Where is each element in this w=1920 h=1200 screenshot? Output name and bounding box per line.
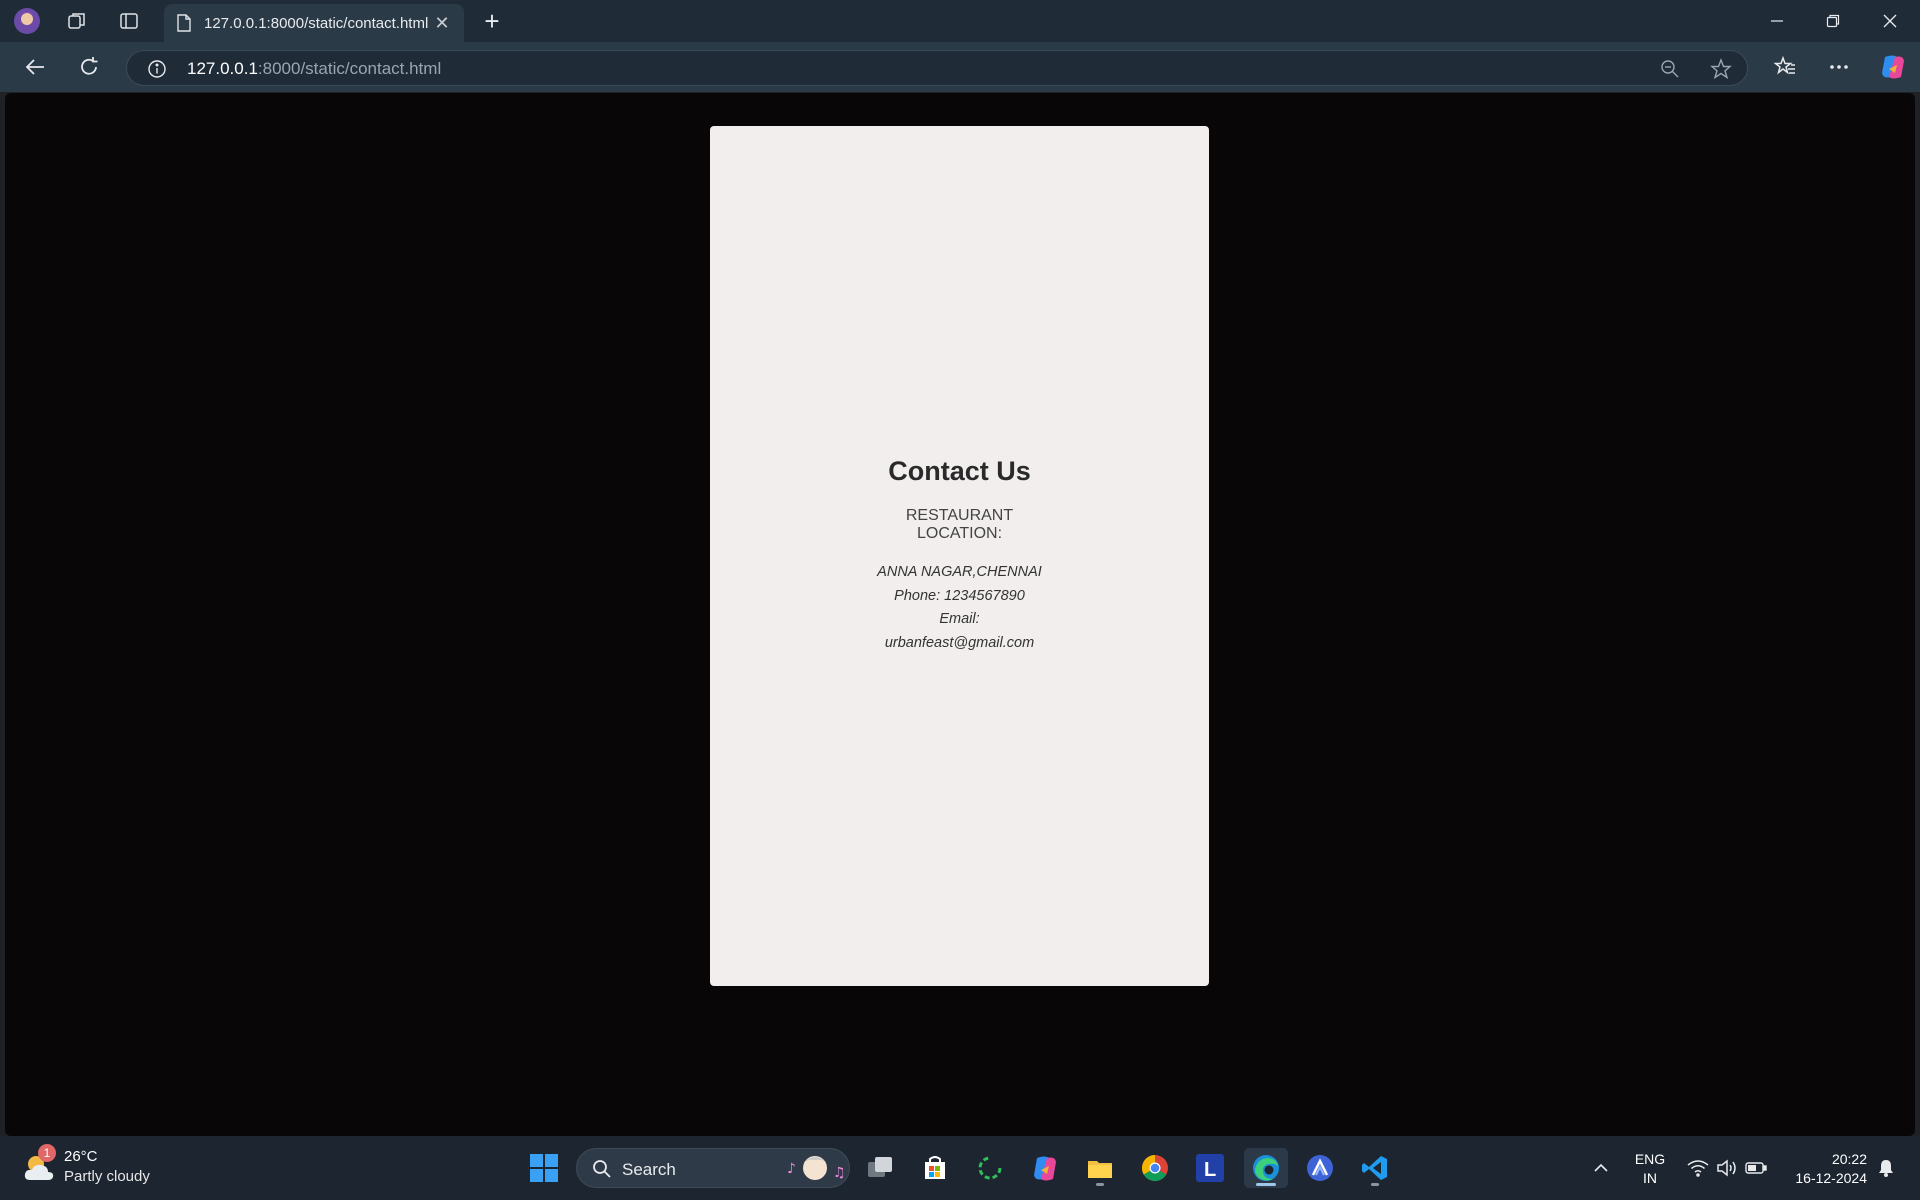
language-line1: ENG [1634,1151,1666,1167]
address-bar[interactable]: 127.0.0.1:8000/static/contact.html [126,50,1748,86]
taskbar-search-box[interactable]: Search ♪ ♫ [576,1148,850,1188]
weather-widget[interactable]: 1 26°C Partly cloudy [22,1144,172,1190]
weather-condition: Partly cloudy [64,1168,150,1185]
notification-bell-icon[interactable] [1872,1148,1900,1188]
reload-icon[interactable] [73,51,105,83]
star-favorite-icon[interactable] [1707,55,1735,83]
refresh-app-icon[interactable] [970,1148,1010,1188]
url-text[interactable]: 127.0.0.1:8000/static/contact.html [187,59,441,79]
clock[interactable]: 20:22 16-12-2024 [1780,1150,1875,1188]
svg-text:♪: ♪ [787,1161,796,1177]
browser-titlebar: 127.0.0.1:8000/static/contact.html ✕ + [0,0,1920,42]
show-hidden-icons-chevron-icon[interactable] [1582,1148,1620,1188]
copilot-taskbar-icon[interactable] [1025,1148,1065,1188]
email-text: urbanfeast@gmail.com [884,634,1035,651]
more-options-icon[interactable] [1823,51,1855,83]
page-title: Contact Us [888,456,1031,486]
edge-browser-icon[interactable] [1244,1148,1288,1188]
running-indicator [1371,1183,1379,1186]
vscode-icon[interactable] [1355,1148,1395,1188]
contact-card: Contact Us RESTAURANT LOCATION: ANNA NAG… [710,126,1209,986]
page-viewport: Contact Us RESTAURANT LOCATION: ANNA NAG… [5,93,1915,1136]
clock-date: 16-12-2024 [1795,1170,1867,1186]
contact-details: ANNA NAGAR,CHENNAI Phone: 1234567890 Ema… [710,561,1209,655]
active-indicator [1256,1183,1276,1186]
search-label: Search [622,1160,676,1179]
phone-text: Phone: 1234567890 [894,587,1025,604]
volume-icon[interactable] [1714,1148,1740,1188]
location-label-line2: LOCATION: [916,525,1003,542]
address-text: ANNA NAGAR,CHENNAI [877,564,1042,580]
location-label-line1: RESTAURANT [905,507,1014,524]
language-indicator[interactable]: ENG IN [1628,1150,1672,1188]
location-label: RESTAURANT LOCATION: [710,507,1209,543]
workspaces-icon[interactable] [62,6,92,36]
weather-badge: 1 [38,1144,56,1162]
copilot-icon[interactable] [1877,51,1909,83]
close-window-icon[interactable] [1870,8,1910,34]
profile-avatar-icon[interactable] [12,6,42,36]
search-icon [593,1160,611,1178]
microsoft-store-icon[interactable] [915,1148,955,1188]
tab-title: 127.0.0.1:8000/static/contact.html [204,14,429,32]
url-path: :8000/static/contact.html [257,59,442,78]
favorites-icon[interactable] [1769,51,1801,83]
chrome-icon[interactable] [1135,1148,1175,1188]
zoom-out-icon[interactable] [1656,55,1684,83]
weather-temperature: 26°C [64,1148,98,1165]
clock-time: 20:22 [1831,1151,1867,1167]
page-file-icon [177,14,191,32]
close-tab-icon[interactable]: ✕ [432,13,452,34]
back-icon[interactable] [19,51,51,83]
restore-icon[interactable] [1813,8,1853,34]
l-app-icon[interactable]: L [1190,1148,1230,1188]
wifi-icon[interactable] [1685,1148,1711,1188]
site-info-icon[interactable] [143,55,171,83]
battery-icon[interactable] [1743,1148,1769,1188]
active-tab[interactable]: 127.0.0.1:8000/static/contact.html ✕ [164,4,464,42]
windows-taskbar: 1 26°C Partly cloudy Search ♪ ♫ L ENG IN… [0,1136,1920,1200]
file-explorer-icon[interactable] [1080,1148,1120,1188]
running-indicator [1096,1183,1104,1186]
search-highlight-icon: ♪ ♫ [787,1156,846,1181]
svg-text:♫: ♫ [833,1165,846,1181]
url-host: 127.0.0.1 [187,59,258,78]
new-tab-button[interactable]: + [478,8,506,36]
windows-start-icon[interactable] [524,1148,564,1188]
arc-app-icon[interactable] [1300,1148,1340,1188]
vertical-tabs-icon[interactable] [114,6,144,36]
minimize-icon[interactable] [1757,8,1797,34]
task-view-icon[interactable] [860,1148,900,1188]
language-line2: IN [1643,1170,1657,1186]
email-label: Email: [939,611,980,627]
svg-text:L: L [1204,1159,1216,1181]
